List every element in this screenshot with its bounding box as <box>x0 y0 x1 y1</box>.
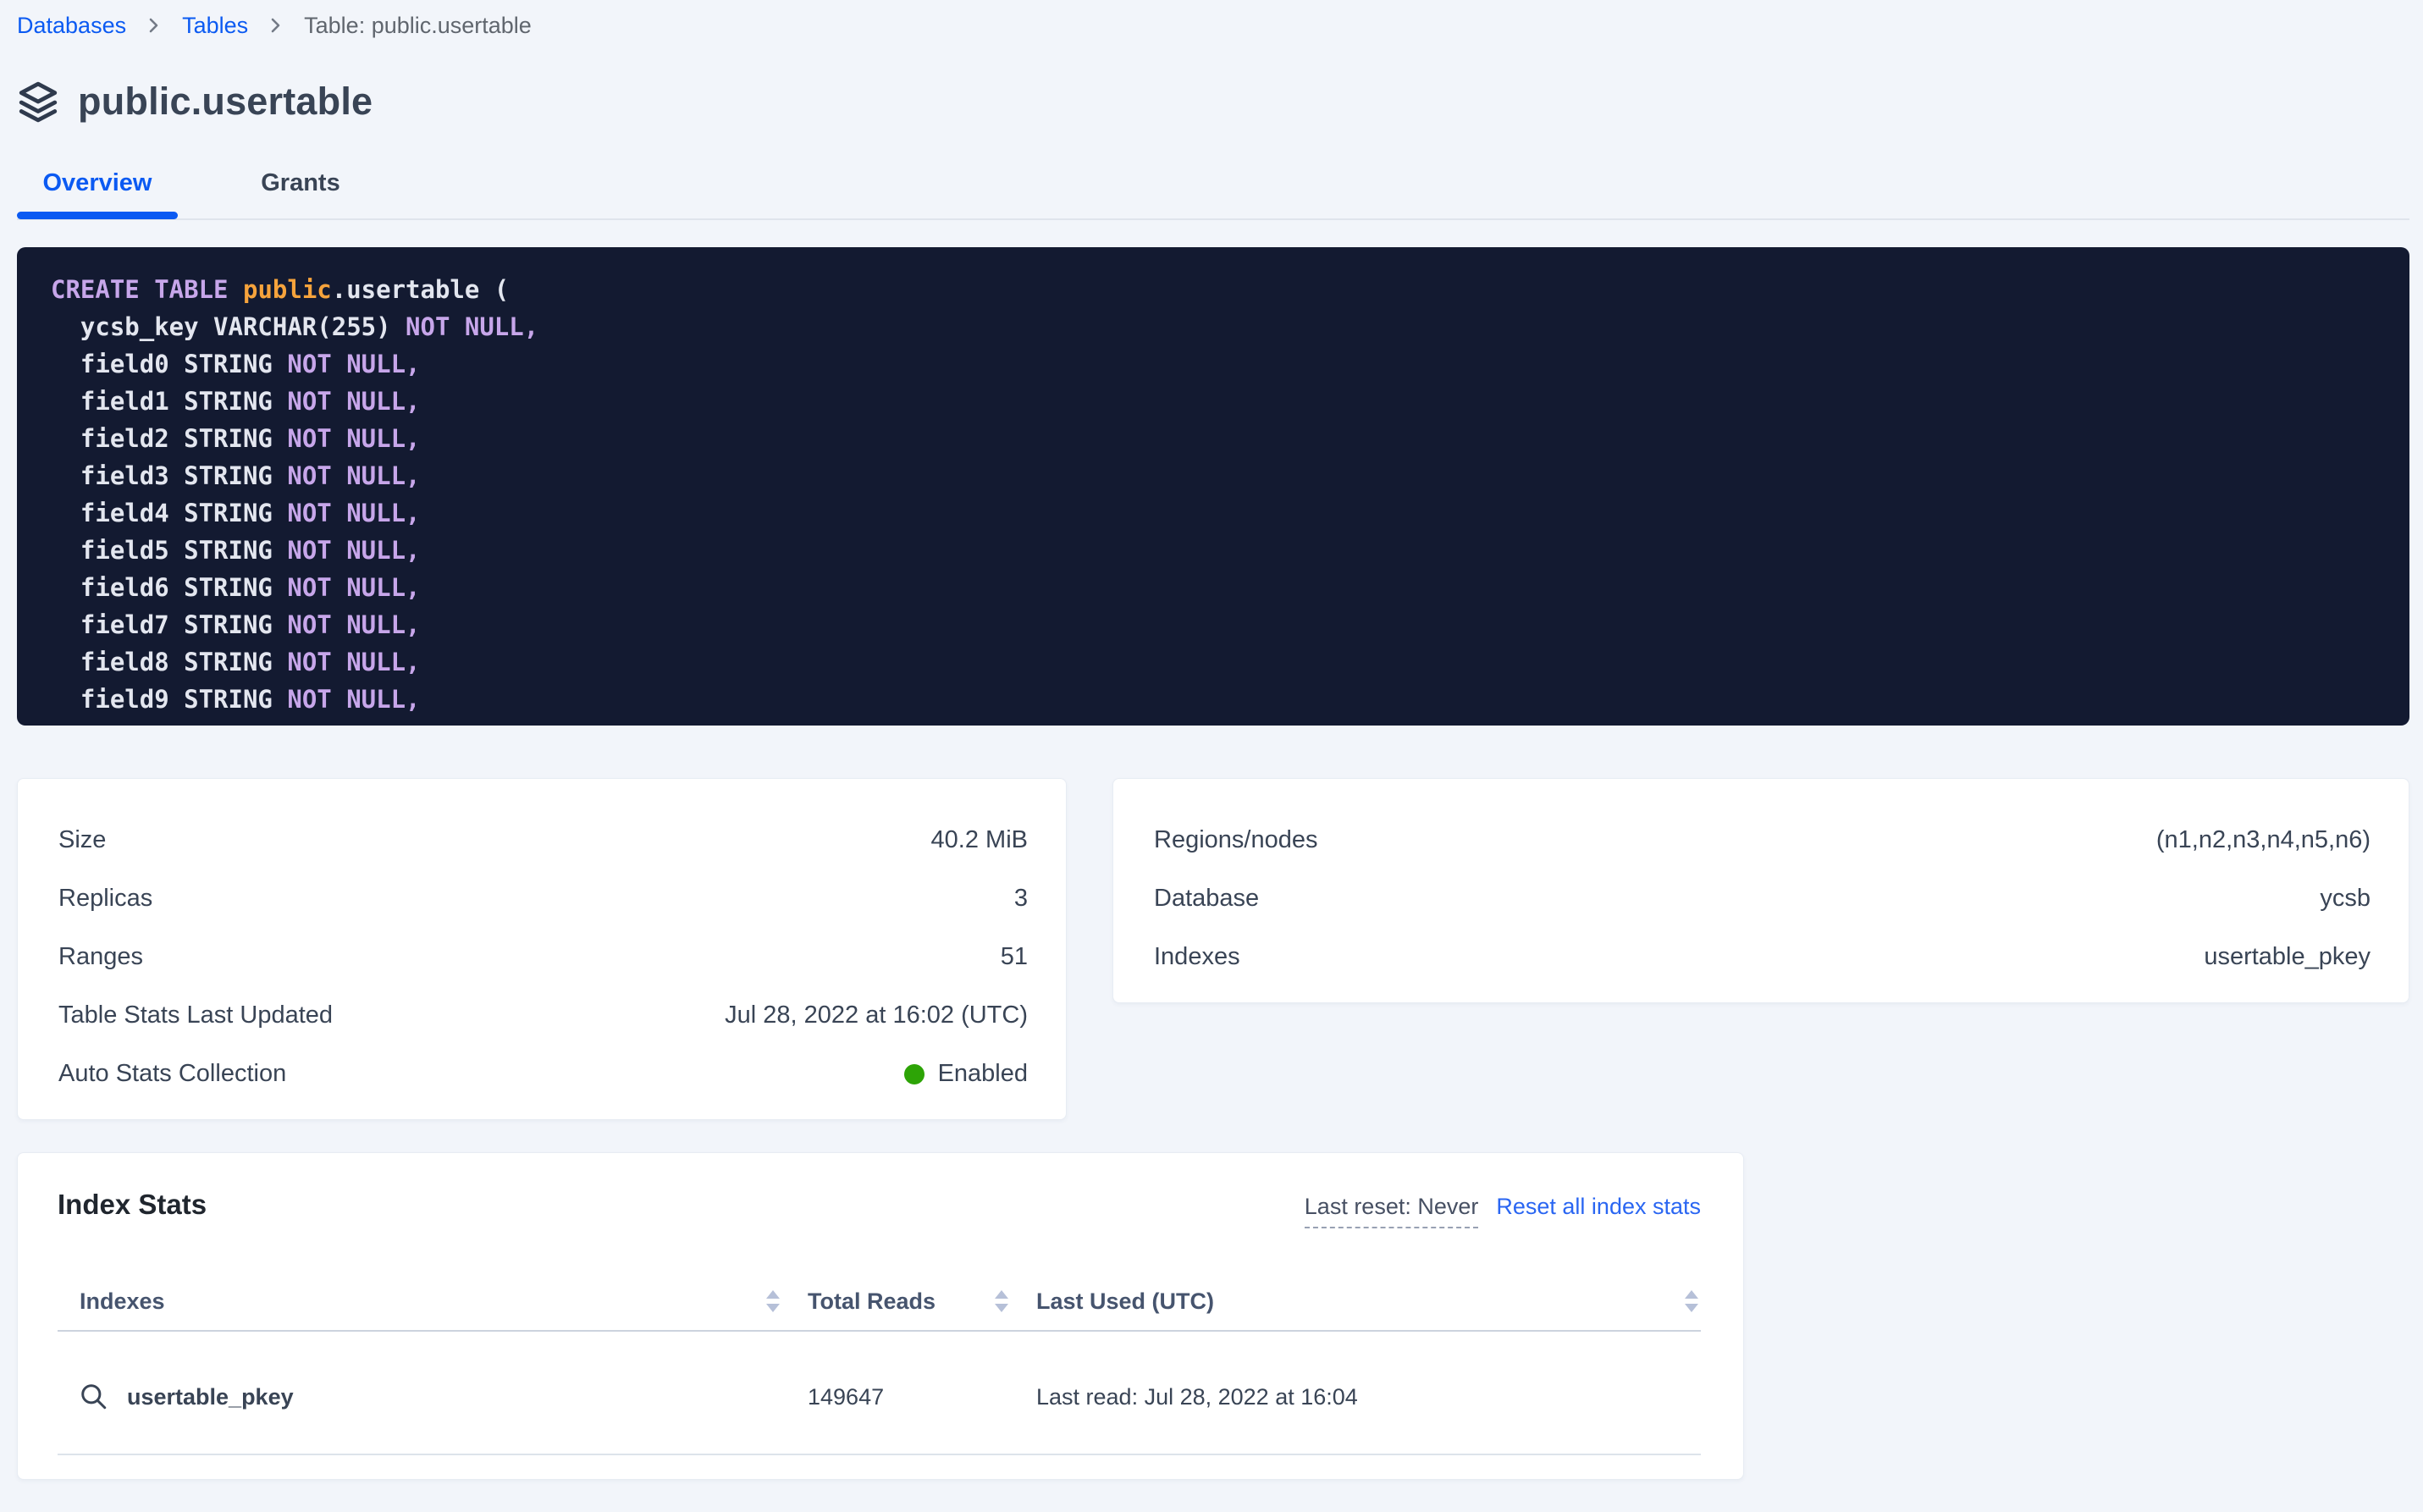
sql-line: field2 STRING NOT NULL, <box>51 420 2376 457</box>
detail-value: (n1,n2,n3,n4,n5,n6) <box>2156 826 2371 854</box>
detail-value: 51 <box>1001 943 1028 971</box>
page-title: public.usertable <box>78 80 373 124</box>
tab-grants[interactable]: Grants <box>220 169 381 216</box>
tab-bar: Overview Grants <box>17 169 2409 216</box>
reset-index-stats-link[interactable]: Reset all index stats <box>1496 1194 1701 1220</box>
index-stats-table: Indexes Total Reads Last Used (UTC) <box>58 1288 1701 1455</box>
overview-cards: Size 40.2 MiB Replicas 3 Ranges 51 Table Stats… <box>17 778 2409 1120</box>
sort-icon[interactable] <box>1682 1288 1701 1315</box>
last-used-value: Last read: Jul 28, 2022 at 16:04 <box>1036 1384 1701 1410</box>
detail-row: Ranges 51 <box>58 928 1028 986</box>
sql-line: field5 STRING NOT NULL, <box>51 532 2376 569</box>
index-stats-table-header: Indexes Total Reads Last Used (UTC) <box>58 1288 1701 1332</box>
detail-row: Indexes usertable_pkey <box>1154 928 2371 986</box>
index-stats-row: usertable_pkey 149647 Last read: Jul 28, 2… <box>58 1332 1701 1455</box>
breadcrumb-tables[interactable]: Tables <box>182 13 248 39</box>
detail-row: Auto Stats Collection Enabled <box>58 1045 1028 1103</box>
detail-value: Enabled <box>904 1060 1028 1088</box>
search-icon <box>80 1382 108 1411</box>
status-dot-icon <box>904 1064 924 1084</box>
sql-line: field9 STRING NOT NULL, <box>51 681 2376 718</box>
sql-line: field1 STRING NOT NULL, <box>51 383 2376 420</box>
page-header: public.usertable <box>17 76 2409 127</box>
sql-line: field6 STRING NOT NULL, <box>51 569 2376 606</box>
detail-label: Replicas <box>58 885 152 913</box>
last-reset-label: Last reset: Never <box>1305 1194 1479 1228</box>
sort-icon[interactable] <box>764 1288 782 1315</box>
breadcrumb-current: Table: public.usertable <box>304 13 532 39</box>
detail-value: ycsb <box>2320 885 2371 913</box>
detail-label: Indexes <box>1154 943 1240 971</box>
total-reads-value: 149647 <box>808 1384 1011 1410</box>
sql-line: field3 STRING NOT NULL, <box>51 457 2376 494</box>
sql-line: field8 STRING NOT NULL, <box>51 643 2376 681</box>
detail-label: Size <box>58 826 106 854</box>
page: Databases Tables Table: public.usertable… <box>0 0 2423 1480</box>
breadcrumb: Databases Tables Table: public.usertable <box>17 8 2409 42</box>
index-name-link[interactable]: usertable_pkey <box>80 1382 782 1411</box>
sql-line: field0 STRING NOT NULL, <box>51 345 2376 383</box>
detail-value: usertable_pkey <box>2204 943 2371 971</box>
detail-row: Regions/nodes (n1,n2,n3,n4,n5,n6) <box>1154 811 2371 869</box>
sql-code: CREATE TABLE public.usertable ( ycsb_key… <box>17 247 2409 726</box>
chevron-right-icon <box>270 16 282 35</box>
index-stats-actions: Last reset: Never Reset all index stats <box>1305 1194 1701 1228</box>
sql-line: field7 STRING NOT NULL, <box>51 606 2376 643</box>
detail-row: Size 40.2 MiB <box>58 811 1028 869</box>
detail-label: Database <box>1154 885 1259 913</box>
breadcrumb-databases[interactable]: Databases <box>17 13 126 39</box>
sort-icon[interactable] <box>992 1288 1011 1315</box>
sql-line: field4 STRING NOT NULL, <box>51 494 2376 532</box>
detail-value: 40.2 MiB <box>931 826 1028 854</box>
table-meta-card: Regions/nodes (n1,n2,n3,n4,n5,n6) Database… <box>1112 778 2409 1003</box>
tab-overview[interactable]: Overview <box>17 169 178 216</box>
column-header-total-reads[interactable]: Total Reads <box>808 1288 1011 1315</box>
detail-label: Auto Stats Collection <box>58 1060 286 1088</box>
sql-line: CREATE TABLE public.usertable ( <box>51 271 2376 308</box>
detail-row: Table Stats Last Updated Jul 28, 2022 at … <box>58 986 1028 1045</box>
index-stats-table-body: usertable_pkey 149647 Last read: Jul 28, 2… <box>58 1332 1701 1455</box>
table-details-card: Size 40.2 MiB Replicas 3 Ranges 51 Table Stats… <box>17 778 1067 1120</box>
detail-label: Ranges <box>58 943 143 971</box>
index-name: usertable_pkey <box>127 1384 294 1410</box>
table-stack-icon <box>17 80 59 123</box>
sql-line: ycsb_key VARCHAR(255) NOT NULL, <box>51 308 2376 345</box>
detail-row: Replicas 3 <box>58 869 1028 928</box>
chevron-right-icon <box>148 16 160 35</box>
detail-row: Database ycsb <box>1154 869 2371 928</box>
detail-label: Regions/nodes <box>1154 826 1317 854</box>
detail-value: Jul 28, 2022 at 16:02 (UTC) <box>725 1002 1028 1029</box>
tab-divider <box>17 218 2409 220</box>
index-stats-card: Index Stats Last reset: Never Reset all … <box>17 1152 1744 1480</box>
column-header-last-used[interactable]: Last Used (UTC) <box>1036 1288 1701 1315</box>
index-stats-title: Index Stats <box>58 1189 207 1221</box>
active-tab-underline <box>17 212 178 219</box>
detail-value: 3 <box>1014 885 1028 913</box>
column-header-indexes[interactable]: Indexes <box>80 1288 782 1315</box>
index-stats-header: Index Stats Last reset: Never Reset all … <box>58 1189 1701 1228</box>
detail-label: Table Stats Last Updated <box>58 1002 333 1029</box>
